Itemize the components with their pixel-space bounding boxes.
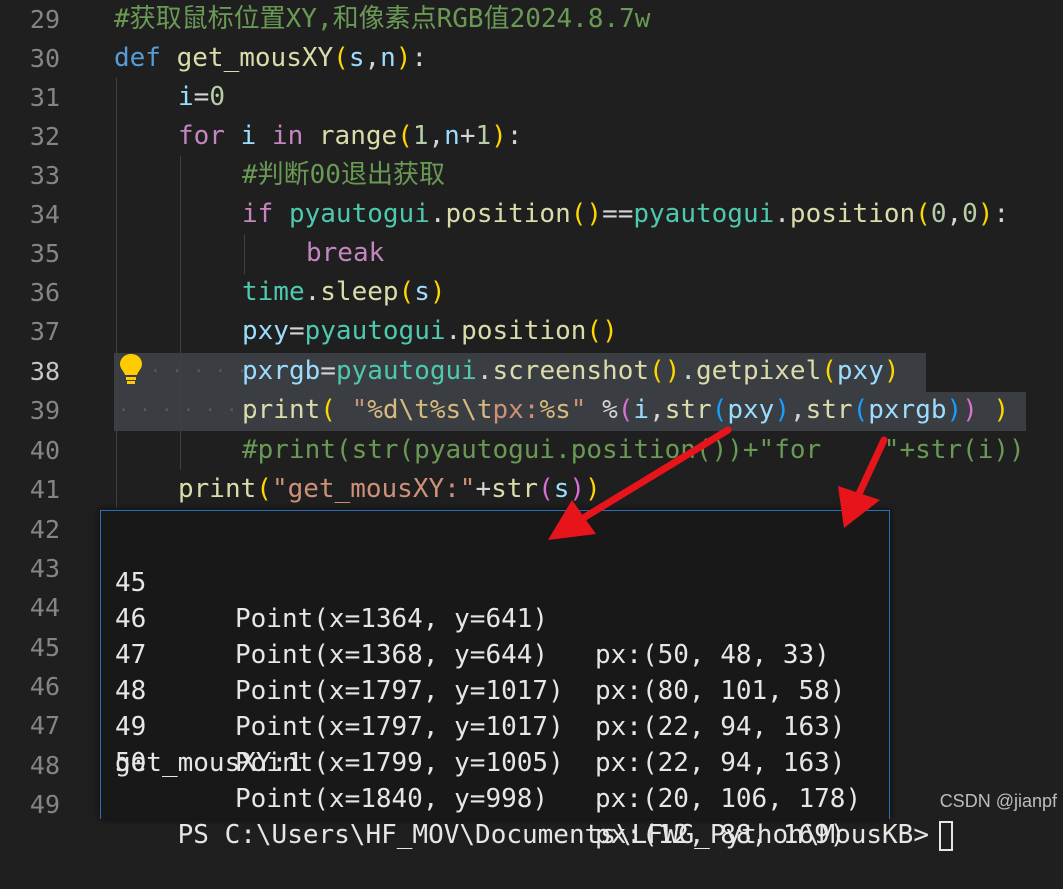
terminal-panel[interactable]: 45 Point(x=1364, y=641) px:(50, 48, 33) … bbox=[100, 510, 953, 851]
terminal-prompt: PS C:\Users\HF_MOV\Documents\LFWG_Python… bbox=[177, 820, 929, 850]
row-pixel: px:(22, 94, 163) bbox=[595, 712, 846, 742]
indent-guide bbox=[116, 78, 117, 508]
line-number: 30 bbox=[29, 44, 60, 73]
line-number: 43 bbox=[29, 554, 60, 583]
line-number: 31 bbox=[29, 83, 60, 112]
terminal-row: 49 Point(x=1799, y=1005) px:(20, 106, 17… bbox=[115, 673, 861, 814]
row-pixel: px:(80, 101, 58) bbox=[595, 676, 846, 706]
code-line[interactable]: break bbox=[306, 234, 384, 273]
line-number: 42 bbox=[29, 515, 60, 544]
code-line[interactable]: time.sleep(s) bbox=[242, 273, 446, 312]
code-line[interactable]: pxrgb=pyautogui.screenshot().getpixel(px… bbox=[242, 352, 900, 391]
terminal-row: 45 Point(x=1364, y=641) px:(50, 48, 33) bbox=[115, 529, 830, 670]
line-number: 35 bbox=[29, 239, 60, 268]
indent-guide bbox=[244, 234, 245, 274]
line-number: 40 bbox=[29, 436, 60, 465]
code-line[interactable]: #判断00退出获取 bbox=[242, 156, 445, 195]
line-number: 45 bbox=[29, 633, 60, 662]
terminal-row: 48 Point(x=1797, y=1017) px:(22, 94, 163… bbox=[115, 637, 845, 778]
terminal-cursor[interactable] bbox=[938, 820, 953, 851]
line-number: 49 bbox=[29, 790, 60, 819]
terminal-row: 50 Point(x=1840, y=998) px:(12, 88, 169) bbox=[115, 709, 845, 850]
row-pixel: px:(50, 48, 33) bbox=[595, 640, 830, 670]
code-line[interactable]: def get_mousXY(s,n): bbox=[114, 39, 427, 78]
watermark: CSDN @jianpf bbox=[939, 791, 1057, 811]
code-line[interactable]: pxy=pyautogui.position() bbox=[242, 312, 618, 351]
row-point: Point(x=1364, y=641) bbox=[235, 604, 549, 634]
whitespace-markers: · · · · · bbox=[150, 361, 248, 382]
line-number: 37 bbox=[29, 317, 60, 346]
terminal-row: 47 Point(x=1797, y=1017) px:(22, 94, 163… bbox=[115, 601, 845, 742]
lightbulb-icon[interactable] bbox=[118, 352, 144, 386]
line-number: 44 bbox=[29, 593, 60, 622]
line-number: 47 bbox=[29, 711, 60, 740]
row-pixel: px:(22, 94, 163) bbox=[595, 748, 846, 778]
line-number: 48 bbox=[29, 751, 60, 780]
terminal-row: 46 Point(x=1368, y=644) px:(80, 101, 58) bbox=[115, 565, 845, 706]
whitespace-markers: · · · · · · · bbox=[118, 400, 259, 421]
row-point: Point(x=1797, y=1017) bbox=[235, 712, 564, 742]
terminal-prompt-line[interactable]: PS C:\Users\HF_MOV\Documents\LFWG_Python… bbox=[115, 781, 953, 851]
line-number: 34 bbox=[29, 200, 60, 229]
code-line[interactable]: if pyautogui.position()==pyautogui.posit… bbox=[242, 195, 1009, 234]
line-number: 39 bbox=[29, 396, 60, 425]
row-point: Point(x=1797, y=1017) bbox=[235, 676, 564, 706]
code-line[interactable]: i=0 bbox=[178, 78, 225, 117]
line-number-active: 38 bbox=[29, 357, 60, 386]
line-number: 36 bbox=[29, 278, 60, 307]
line-number: 41 bbox=[29, 475, 60, 504]
line-number: 29 bbox=[29, 5, 60, 34]
code-line[interactable]: print( "%d\t%s\tpx:%s" %(i,str(pxy),str(… bbox=[242, 391, 1009, 430]
code-line[interactable]: print("get_mousXY:"+str(s)) bbox=[178, 470, 601, 509]
code-line[interactable]: #获取鼠标位置XY,和像素点RGB值2024.8.7w bbox=[114, 0, 650, 39]
row-point: Point(x=1368, y=644) bbox=[235, 640, 549, 670]
line-number: 32 bbox=[29, 122, 60, 151]
line-number: 33 bbox=[29, 161, 60, 190]
terminal-summary: get_mousXY:1 bbox=[115, 748, 303, 778]
code-line[interactable]: for i in range(1,n+1): bbox=[178, 117, 522, 156]
line-number: 46 bbox=[29, 672, 60, 701]
code-line[interactable]: #print(str(pyautogui.position())+"for "+… bbox=[242, 431, 1025, 470]
